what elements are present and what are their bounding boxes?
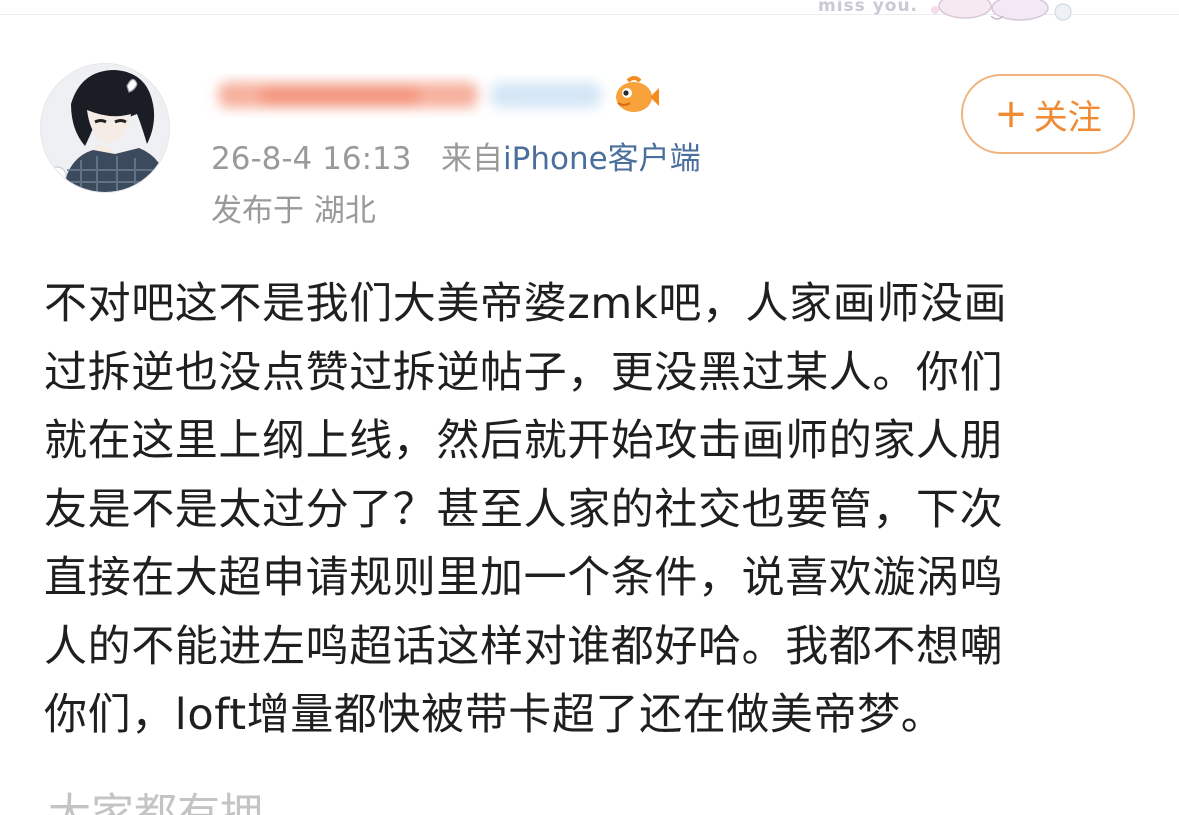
fish-badge-icon (616, 76, 659, 112)
follow-label: 关注 (1033, 97, 1102, 138)
next-text-partial: 大家都有拥 (48, 790, 263, 815)
post-body-text: 不对吧这不是我们大美帝婆zmk吧，人家画师没画 过拆逆也没点赞过拆逆帖子，更没黑… (44, 270, 1134, 750)
post-text-line: 不对吧这不是我们大美帝婆zmk吧，人家画师没画 (44, 279, 1008, 329)
post-location: 发布于 湖北 (211, 193, 376, 229)
post-text-line: 直接在大超申请规则里加一个条件，说喜欢漩涡鸣 (44, 553, 1004, 603)
post-meta: 26-8-4 16:13 来自iPhone客户端 (211, 140, 701, 178)
source-prefix: 来自 (441, 141, 504, 177)
post-timestamp: 26-8-4 16:13 (211, 141, 412, 177)
post-text-line: 人的不能进左鸣超话这样对谁都好哈。我都不想嘲 (44, 621, 1004, 672)
post-text-line: 你们，loft增量都快被带卡超了还在做美帝梦。 (44, 690, 945, 740)
post-text-line: 就在这里上纲上线，然后就开始攻击画师的家人朋 (44, 416, 1004, 466)
avatar[interactable] (40, 63, 170, 193)
weibo-post-page: miss you. 26-8-4 16:13 来自iPhone客户端 发布于 湖… (0, 0, 1179, 815)
avatar-image (41, 64, 169, 192)
post-text-line: 过拆逆也没点赞过拆逆帖子，更没黑过某人。你们 (44, 347, 1004, 398)
follow-button[interactable]: + 关注 (961, 74, 1135, 154)
post-text-line: 友是不是太过分了？甚至人家的社交也要管，下次 (44, 484, 1004, 535)
sticker-text: miss you. (818, 0, 919, 16)
source-link[interactable]: iPhone客户端 (503, 141, 701, 177)
plus-icon: + (994, 91, 1028, 137)
username-obscured[interactable] (200, 74, 610, 118)
